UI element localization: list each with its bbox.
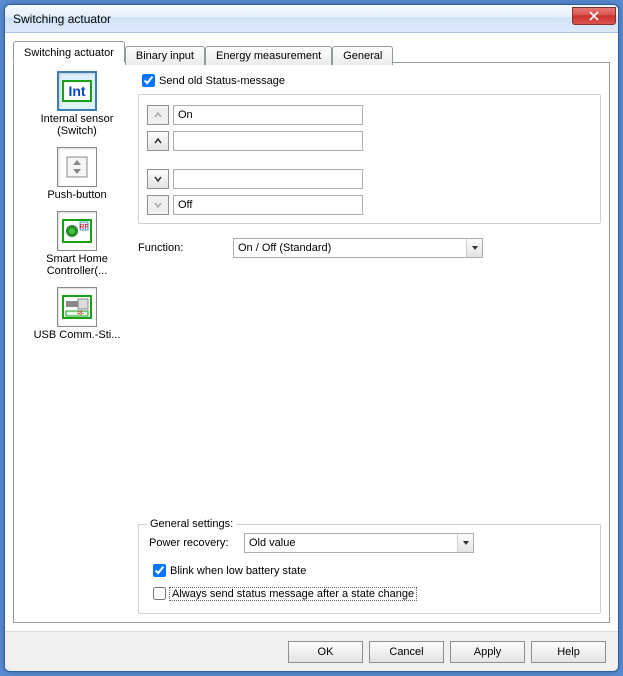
row-1 bbox=[147, 131, 592, 151]
cancel-button[interactable]: Cancel bbox=[369, 641, 444, 663]
general-settings-group: General settings: Power recovery: Old va… bbox=[138, 524, 601, 614]
sidebar-item-label: Smart Home Controller(... bbox=[27, 253, 127, 277]
move-up-button[interactable] bbox=[147, 131, 169, 151]
tab-general[interactable]: General bbox=[332, 46, 393, 65]
send-old-status-label: Send old Status-message bbox=[159, 75, 285, 87]
row-2 bbox=[147, 169, 592, 189]
value-field[interactable]: Off bbox=[173, 195, 363, 215]
blink-row: Blink when low battery state bbox=[149, 561, 590, 580]
sidebar-item-internal-sensor[interactable]: Int Internal sensor (Switch) bbox=[27, 71, 127, 137]
chevron-up-icon bbox=[154, 111, 162, 119]
int-icon: Int bbox=[57, 71, 97, 111]
tab-energy-measurement[interactable]: Energy measurement bbox=[205, 46, 332, 65]
function-combo[interactable]: On / Off (Standard) bbox=[233, 238, 483, 258]
sidebar-item-usb[interactable]: RF USB Comm.-Sti... bbox=[34, 287, 121, 341]
client-area: Switching actuator Binary input Energy m… bbox=[5, 33, 618, 631]
app-window: Switching actuator Switching actuator Bi… bbox=[4, 4, 619, 672]
sidebar: Int Internal sensor (Switch) Push-button… bbox=[22, 71, 132, 614]
move-down-button[interactable] bbox=[147, 195, 169, 215]
general-settings-legend: General settings: bbox=[147, 518, 236, 530]
value-field[interactable] bbox=[173, 131, 363, 151]
blink-label: Blink when low battery state bbox=[170, 565, 306, 577]
always-send-row: Always send status message after a state… bbox=[149, 584, 590, 603]
close-button[interactable] bbox=[572, 7, 616, 25]
chevron-down-icon bbox=[154, 175, 162, 183]
combo-button[interactable] bbox=[466, 239, 482, 257]
sidebar-item-label: Push-button bbox=[47, 189, 106, 201]
row-3: Off bbox=[147, 195, 592, 215]
svg-text:RF: RF bbox=[79, 224, 88, 231]
titlebar: Switching actuator bbox=[5, 5, 618, 33]
apply-button[interactable]: Apply bbox=[450, 641, 525, 663]
tab-binary-input[interactable]: Binary input bbox=[125, 46, 205, 65]
chevron-up-icon bbox=[154, 137, 162, 145]
chevron-down-icon bbox=[462, 539, 470, 547]
tab-page: Int Internal sensor (Switch) Push-button… bbox=[13, 62, 610, 623]
move-up-button[interactable] bbox=[147, 105, 169, 125]
move-down-button[interactable] bbox=[147, 169, 169, 189]
sidebar-item-label: Internal sensor (Switch) bbox=[27, 113, 127, 137]
power-recovery-value: Old value bbox=[245, 537, 457, 549]
sidebar-item-label: USB Comm.-Sti... bbox=[34, 329, 121, 341]
help-button[interactable]: Help bbox=[531, 641, 606, 663]
power-recovery-label: Power recovery: bbox=[149, 537, 244, 549]
combo-button[interactable] bbox=[457, 534, 473, 552]
chevron-down-icon bbox=[471, 244, 479, 252]
ok-button[interactable]: OK bbox=[288, 641, 363, 663]
push-icon bbox=[57, 147, 97, 187]
value-field[interactable] bbox=[173, 169, 363, 189]
main-pane: Send old Status-message On bbox=[132, 71, 601, 614]
function-row: Function: On / Off (Standard) bbox=[138, 238, 601, 258]
always-send-label: Always send status message after a state… bbox=[170, 588, 416, 600]
power-recovery-combo[interactable]: Old value bbox=[244, 533, 474, 553]
usb-icon: RF bbox=[57, 287, 97, 327]
close-icon bbox=[589, 11, 599, 21]
send-old-status-checkbox[interactable] bbox=[142, 74, 155, 87]
chevron-down-icon bbox=[154, 201, 162, 209]
always-send-checkbox[interactable] bbox=[153, 587, 166, 600]
send-old-status-row: Send old Status-message bbox=[138, 71, 601, 90]
button-bar: OK Cancel Apply Help bbox=[5, 631, 618, 671]
tabstrip: Switching actuator Binary input Energy m… bbox=[13, 41, 610, 63]
window-title: Switching actuator bbox=[13, 12, 572, 26]
status-rows-box: On Off bbox=[138, 94, 601, 224]
tab-switching-actuator[interactable]: Switching actuator bbox=[13, 41, 125, 63]
value-field[interactable]: On bbox=[173, 105, 363, 125]
shc-icon: RF bbox=[57, 211, 97, 251]
sidebar-item-push-button[interactable]: Push-button bbox=[47, 147, 106, 201]
function-value: On / Off (Standard) bbox=[234, 242, 466, 254]
power-recovery-row: Power recovery: Old value bbox=[149, 533, 590, 553]
row-0: On bbox=[147, 105, 592, 125]
blink-checkbox[interactable] bbox=[153, 564, 166, 577]
function-label: Function: bbox=[138, 242, 233, 254]
sidebar-item-smart-home[interactable]: RF Smart Home Controller(... bbox=[27, 211, 127, 277]
svg-text:Int: Int bbox=[68, 83, 85, 99]
svg-text:RF: RF bbox=[77, 311, 84, 317]
